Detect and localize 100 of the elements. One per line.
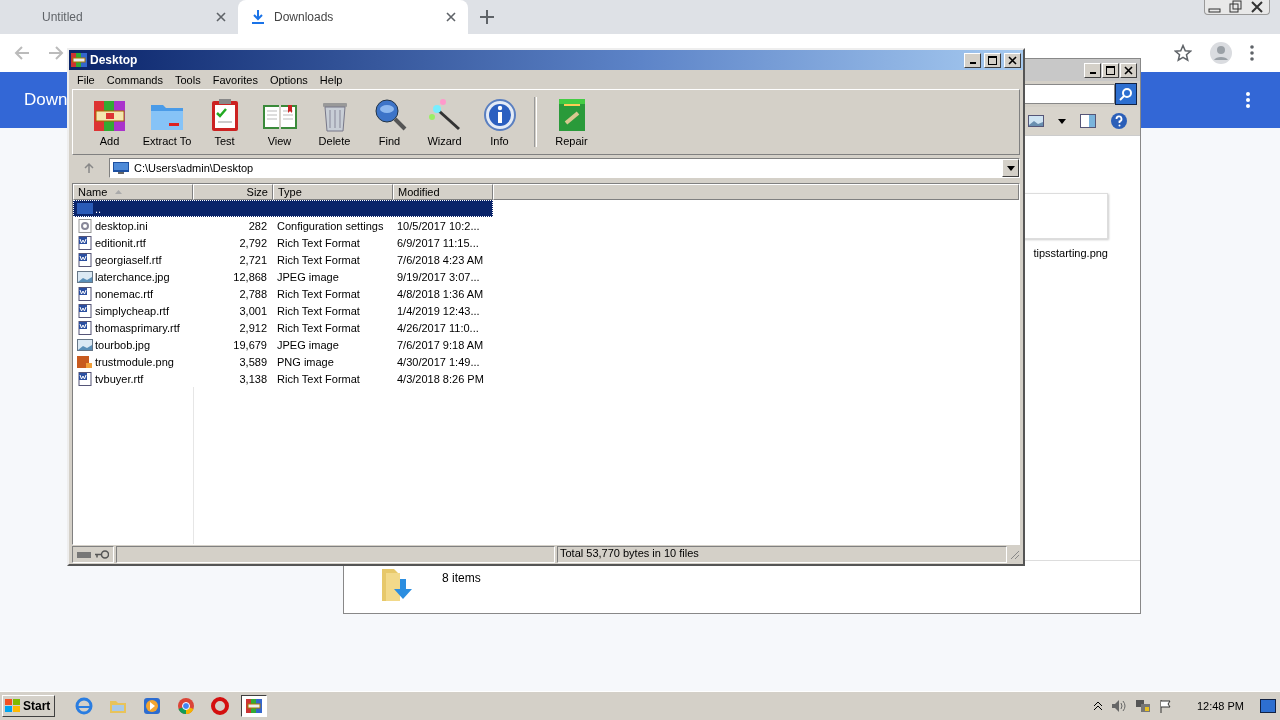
menu-item[interactable]: Favorites [206,73,264,86]
speaker-icon[interactable] [1110,699,1127,713]
toolbar-button[interactable]: Find [363,95,416,149]
file-size: 3,001 [239,304,267,317]
dropdown-button[interactable] [1002,159,1019,177]
document-icon [77,371,93,386]
menu-icon[interactable] [1246,92,1250,108]
file-row[interactable]: .. [73,200,493,217]
info-icon [481,97,518,133]
close-button[interactable] [1120,62,1137,78]
show-desktop-button[interactable] [1260,699,1276,713]
toolbar-button[interactable]: Wizard [418,95,471,149]
help-icon[interactable] [1110,112,1128,130]
menu-item[interactable]: Tools [169,73,207,86]
file-row[interactable]: georgiaself.rtf 2,721 Rich Text Format 7/6/2018 4:23 AM [73,251,493,268]
toolbar-button[interactable]: Extract To [138,95,196,149]
menu-item[interactable]: Commands [100,73,169,86]
browser-icon [177,697,196,715]
modified-date: 9/19/2017 3:07... [397,270,480,283]
drive-icon[interactable] [77,551,91,558]
toolbar-button[interactable]: Test [198,95,251,149]
modified-date: 4/3/2018 8:26 PM [397,372,484,385]
window-controls[interactable] [1204,0,1270,15]
column-header[interactable]: Name [73,184,193,200]
toolbar-button[interactable]: Add [83,95,136,149]
flag-icon[interactable] [1158,699,1173,713]
menu-icon[interactable] [1250,45,1254,61]
file-size: 2,721 [239,253,267,266]
toolbar-button[interactable]: Repair [545,95,598,149]
file-row[interactable]: simplycheap.rtf 3,001 Rich Text Format 1/4/2019 12:43... [73,302,493,319]
file-row[interactable]: tvbuyer.rtf 3,138 Rich Text Format 4/3/2018 8:26 PM [73,370,493,387]
close-icon [1124,65,1133,75]
file-row[interactable]: nonemac.rtf 2,788 Rich Text Format 4/8/2018 1:36 AM [73,285,493,302]
file-row[interactable]: thomasprimary.rtf 2,912 Rich Text Format 4/26/2017 11:0... [73,319,493,336]
minimize-icon [969,62,976,64]
toolbar-button[interactable]: Info [473,95,526,149]
file-type: JPEG image [277,270,339,283]
new-tab-icon[interactable] [480,10,494,24]
window-title: Desktop [90,53,138,67]
chevron-up-icon[interactable] [1092,701,1103,711]
clock[interactable]: 12:48 PM [1196,700,1244,712]
close-icon[interactable] [216,12,226,22]
menu-item[interactable]: File [71,73,101,86]
file-type: JPEG image [277,338,339,351]
file-name: thomasprimary.rtf [95,321,180,334]
document-icon [77,286,93,301]
file-row[interactable]: laterchance.jpg 12,868 JPEG image 9/19/2017 3:07... [73,268,493,285]
dropdown-icon[interactable] [1058,118,1066,124]
file-row[interactable]: tourbob.jpg 19,679 JPEG image 7/6/2017 9:18 AM [73,336,493,353]
path-field[interactable]: C:\Users\admin\Desktop [109,158,1020,178]
avatar-icon[interactable] [1210,42,1232,64]
key-icon[interactable] [95,550,109,559]
toolbar-button[interactable]: View [253,95,306,149]
menu-item[interactable]: Help [313,73,349,86]
file-type: Configuration settings [277,219,384,232]
minimize-button[interactable] [964,52,981,68]
file-name: simplycheap.rtf [95,304,169,317]
pane-icon[interactable] [1080,114,1096,128]
network-icon[interactable] [1134,699,1151,713]
star-icon[interactable] [1174,44,1192,62]
column-header[interactable]: Modified [393,184,493,200]
modified-date: 7/6/2017 9:18 AM [397,338,484,351]
toolbar-button[interactable]: Delete [308,95,361,149]
picture-icon[interactable] [1028,115,1044,127]
minimize-button[interactable] [1084,62,1101,78]
file-name: nonemac.rtf [95,287,154,300]
column-header[interactable]: Type [273,184,393,200]
column-header[interactable]: Size [193,184,273,200]
close-button[interactable] [1004,52,1021,68]
windows-logo-icon [5,699,21,713]
close-icon[interactable] [446,12,456,22]
file-row[interactable]: editionit.rtf 2,792 Rich Text Format 6/9/2017 11:15... [73,234,493,251]
thumbnail[interactable] [1022,193,1108,239]
browser-tab[interactable]: Downloads [238,0,468,34]
resize-grip-icon[interactable] [1009,549,1020,560]
file-name[interactable]: tipsstarting.png [1033,247,1108,259]
taskbar-app[interactable] [241,695,268,717]
modified-date: 6/9/2017 11:15... [397,236,479,249]
play-icon [143,697,162,715]
file-row[interactable]: desktop.ini 282 Configuration settings 10/5/2017 10:2... [73,217,493,234]
file-name: .. [95,202,102,215]
file-type: Rich Text Format [277,236,360,249]
file-name: trustmodule.png [95,355,174,368]
file-size: 282 [248,219,267,232]
maximize-button[interactable] [1102,62,1119,78]
file-size: 3,138 [239,372,267,385]
maximize-button[interactable] [984,52,1001,68]
menu-item[interactable]: Options [263,73,314,86]
browser-tab[interactable]: Untitled [8,0,238,34]
file-name: georgiaself.rtf [95,253,162,266]
start-button[interactable]: Start [2,695,56,717]
maximize-icon [1106,65,1115,75]
file-name: tourbob.jpg [95,338,151,351]
modified-date: 10/5/2017 10:2... [397,219,480,232]
file-type: Rich Text Format [277,304,360,317]
file-size: 3,589 [239,355,267,368]
file-row[interactable]: trustmodule.png 3,589 PNG image 4/30/2017 1:49... [73,353,493,370]
maximize-icon [988,55,997,65]
search-button[interactable] [1115,83,1137,105]
file-type: PNG image [277,355,334,368]
